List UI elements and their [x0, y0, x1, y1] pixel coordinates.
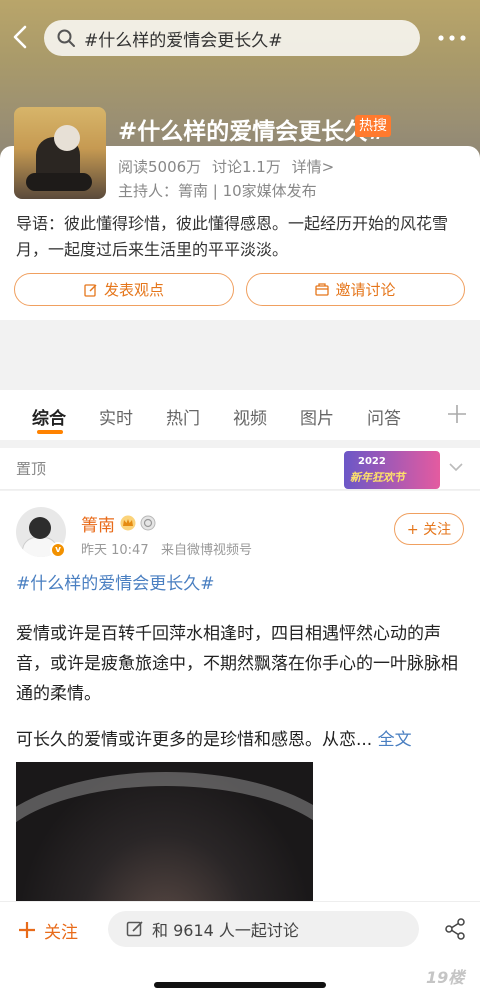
tab-images[interactable]: 图片	[300, 404, 334, 429]
post-opinion-button[interactable]: 发表观点	[14, 273, 234, 306]
topic-stats: 阅读5006万 讨论1.1万 详情>	[118, 156, 340, 177]
home-indicator	[154, 982, 326, 988]
section-divider	[0, 320, 480, 390]
tab-video[interactable]: 视频	[233, 404, 267, 429]
banner-title: 新年狂欢节	[350, 471, 405, 484]
active-tab-indicator	[37, 430, 63, 434]
post-time: 昨天 10:47	[81, 543, 149, 558]
follow-button[interactable]: + 关注	[394, 513, 464, 545]
pinned-label: 置顶	[16, 460, 47, 478]
search-icon	[57, 29, 75, 47]
plus-icon	[18, 921, 36, 941]
bottom-bar: 关注 和 9614 人一起讨论 19楼	[0, 901, 480, 995]
post-username[interactable]: 箐南	[81, 511, 115, 536]
verified-icon: v	[50, 542, 66, 558]
post-paragraph-2: 可长久的爱情或许更多的是珍惜和感恩。从恋... 全文	[16, 725, 466, 755]
chevron-down-icon[interactable]	[449, 460, 463, 474]
full-text-link[interactable]: 全文	[378, 730, 412, 750]
post-meta: 昨天 10:47 来自微博视频号	[81, 539, 252, 558]
edit-icon	[126, 921, 143, 937]
post-hashtag[interactable]: #什么样的爱情会更长久#	[16, 569, 215, 594]
invite-icon	[315, 282, 330, 296]
pinned-row[interactable]: 置顶 2022 新年狂欢节	[0, 448, 480, 490]
reads-count: 阅读5006万	[118, 158, 202, 176]
discuss-label: 和 9614 人一起讨论	[152, 921, 299, 940]
bottom-follow-label: 关注	[44, 923, 78, 943]
topic-cover-image	[14, 107, 106, 199]
search-text: #什么样的爱情会更长久#	[84, 30, 283, 51]
tab-realtime[interactable]: 实时	[99, 404, 133, 429]
invite-discussion-label: 邀请讨论	[335, 281, 396, 299]
banner-year: 2022	[358, 456, 386, 467]
discuss-input[interactable]: 和 9614 人一起讨论	[108, 911, 419, 947]
tab-comprehensive[interactable]: 综合	[32, 404, 66, 429]
post-opinion-label: 发表观点	[103, 281, 164, 299]
medal-badge-icon	[140, 515, 156, 531]
back-icon[interactable]	[10, 22, 36, 52]
watermark: 19楼	[426, 968, 465, 987]
promo-banner[interactable]: 2022 新年狂欢节	[344, 451, 440, 489]
weibo-post: v 箐南 昨天 10:47 来自微博视频号 + 关注 #什么样的爱情会更长久# …	[0, 491, 480, 902]
post-source[interactable]: 来自微博视频号	[161, 543, 252, 558]
post-paragraph-2-text: 可长久的爱情或许更多的是珍惜和感恩。从恋...	[16, 730, 373, 750]
crown-badge-icon	[120, 515, 136, 531]
host-info[interactable]: 主持人：箐南 | 10家媒体发布	[118, 180, 317, 201]
tab-qa[interactable]: 问答	[367, 404, 401, 429]
add-tab-icon[interactable]	[446, 395, 468, 432]
post-video-thumbnail[interactable]	[16, 762, 313, 902]
hot-badge: 热搜	[355, 115, 391, 137]
search-input[interactable]: #什么样的爱情会更长久#	[44, 20, 420, 56]
post-paragraph-1: 爱情或许是百转千回萍水相逢时，四目相遇怦然心动的声音，或许是疲惫旅途中，不期然飘…	[16, 624, 458, 704]
discussion-count: 讨论1.1万	[211, 158, 281, 176]
bottom-follow-button[interactable]: 关注	[18, 918, 78, 943]
tab-bar: 综合 实时 热门 视频 图片 问答	[0, 390, 480, 440]
more-icon[interactable]	[436, 26, 468, 50]
tab-hot[interactable]: 热门	[166, 404, 200, 429]
topic-title: #什么样的爱情会更长久#	[118, 119, 387, 145]
edit-icon	[84, 283, 97, 297]
topic-guide: 导语：彼此懂得珍惜，彼此懂得感恩。一起经历开始的风花雪月，一起度过后来生活里的平…	[16, 214, 449, 259]
details-link[interactable]: 详情>	[292, 158, 335, 176]
share-icon[interactable]	[444, 918, 466, 940]
invite-discussion-button[interactable]: 邀请讨论	[246, 273, 465, 306]
